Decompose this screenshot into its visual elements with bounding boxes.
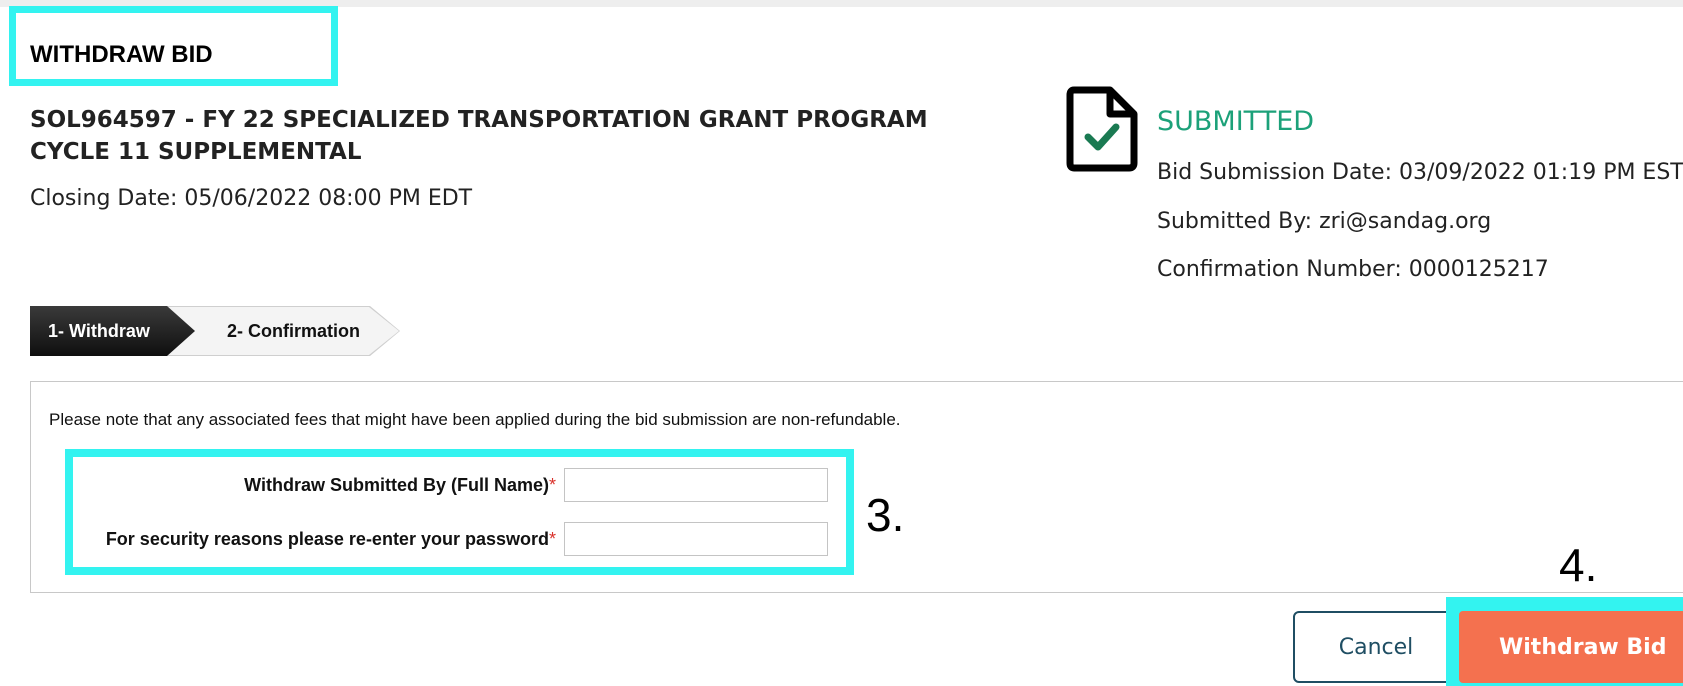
page-title: WITHDRAW BID [30, 41, 213, 68]
step-confirmation: 2- Confirmation [160, 306, 400, 356]
status-label: SUBMITTED [1157, 106, 1315, 137]
annotation-step-4: 4. [1559, 539, 1598, 591]
password-label: For security reasons please re-enter you… [105, 529, 556, 549]
bid-submission-date: Bid Submission Date: 03/09/2022 01:19 PM… [1157, 160, 1683, 185]
full-name-input[interactable] [564, 468, 828, 502]
cancel-button[interactable]: Cancel [1293, 611, 1459, 683]
full-name-label: Withdraw Submitted By (Full Name)* [244, 475, 556, 495]
withdraw-bid-button[interactable]: Withdraw Bid [1459, 611, 1683, 683]
confirmation-number: Confirmation Number: 0000125217 [1157, 257, 1549, 282]
submitted-by: Submitted By: zri@sandag.org [1157, 209, 1492, 234]
step-withdraw-label: 1- Withdraw [48, 321, 150, 341]
required-marker: * [548, 529, 556, 549]
document-check-icon [1066, 86, 1138, 172]
password-input[interactable] [564, 522, 828, 556]
step-confirmation-label: 2- Confirmation [227, 321, 360, 341]
required-marker: * [548, 475, 556, 495]
step-withdraw: 1- Withdraw [30, 306, 195, 356]
solicitation-title: SOL964597 - FY 22 SPECIALIZED TRANSPORTA… [30, 107, 928, 165]
non-refundable-note: Please note that any associated fees tha… [49, 410, 901, 429]
closing-date: Closing Date: 05/06/2022 08:00 PM EDT [30, 186, 473, 211]
annotation-step-3: 3. [866, 489, 905, 541]
